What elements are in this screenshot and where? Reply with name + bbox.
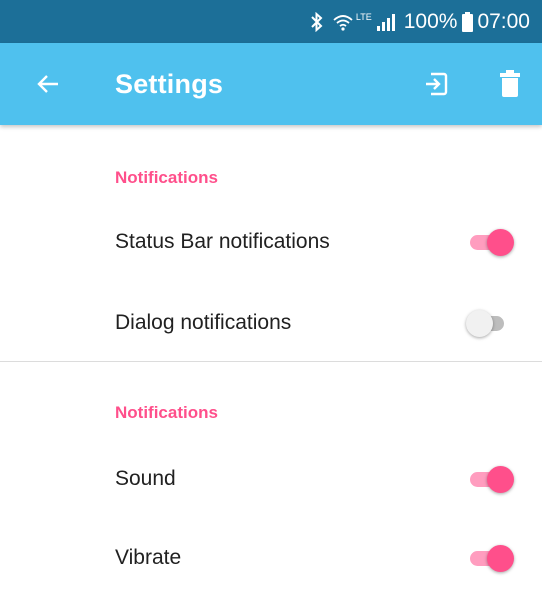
pref-dialog-notifications[interactable]: Dialog notifications (0, 283, 542, 363)
switch-thumb (487, 229, 514, 256)
battery-percent: 100% (403, 9, 458, 33)
app-bar: Settings (0, 43, 542, 125)
signal-icon (376, 13, 396, 31)
import-icon (426, 72, 448, 96)
section-divider (0, 361, 542, 362)
vibrate-switch[interactable] (466, 543, 518, 573)
status-bar-notifications-switch[interactable] (466, 227, 518, 257)
switch-thumb (487, 545, 514, 572)
dialog-notifications-switch[interactable] (466, 308, 518, 338)
switch-thumb (466, 310, 493, 337)
import-button[interactable] (418, 66, 454, 102)
back-button[interactable] (30, 66, 66, 102)
battery-icon (462, 11, 474, 32)
bluetooth-icon (310, 11, 324, 32)
section-header-notifications: Notifications (115, 168, 218, 187)
arrow-back-icon (37, 75, 58, 93)
section-header-notifications-2: Notifications (115, 403, 218, 422)
pref-status-bar-notifications[interactable]: Status Bar notifications (0, 202, 542, 282)
delete-button[interactable] (492, 66, 528, 102)
pref-label: Status Bar notifications (115, 230, 330, 253)
pref-vibrate[interactable]: Vibrate (0, 518, 542, 598)
pref-label: Sound (115, 467, 176, 490)
sound-switch[interactable] (466, 464, 518, 494)
wifi-icon (332, 13, 354, 31)
delete-icon (500, 70, 520, 97)
pref-sound[interactable]: Sound (0, 439, 542, 519)
clock: 07:00 (477, 9, 530, 33)
status-bar: LTE 100% 07:00 (0, 0, 542, 43)
page-title: Settings (115, 68, 224, 99)
pref-label: Dialog notifications (115, 311, 292, 334)
network-type-label: LTE (355, 12, 372, 22)
pref-label: Vibrate (115, 546, 182, 569)
switch-thumb (487, 466, 514, 493)
